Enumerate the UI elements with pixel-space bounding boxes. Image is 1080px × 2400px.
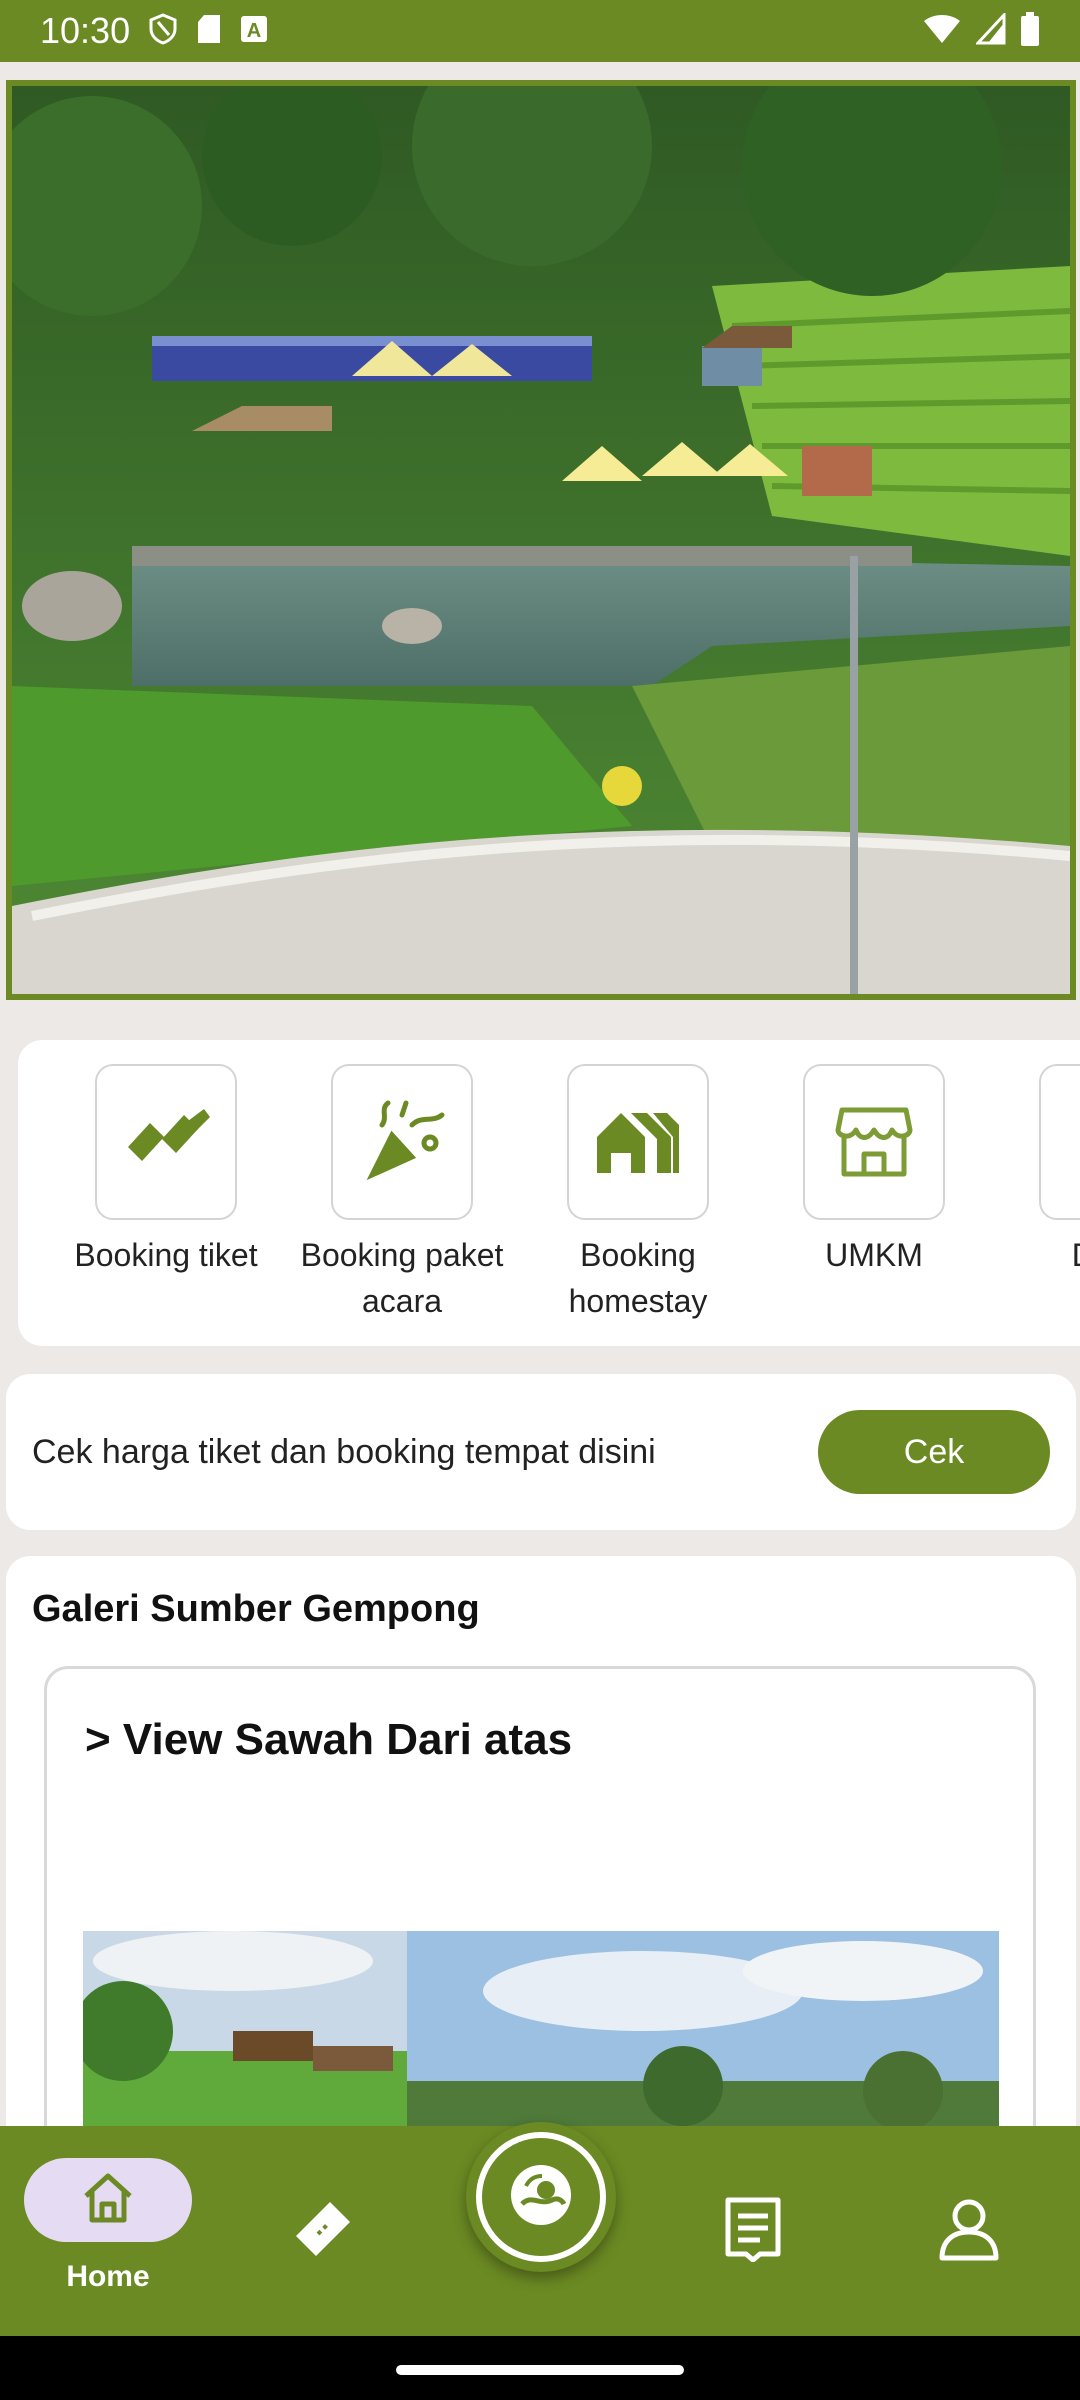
- menu-box[interactable]: [331, 1064, 473, 1220]
- menu-label: Booking tiket: [74, 1237, 258, 1273]
- status-bar: 10:30 A: [0, 0, 1080, 62]
- menu-box[interactable]: [95, 1064, 237, 1220]
- menu-booking-paket-acara[interactable]: Booking paket acara: [287, 1064, 517, 1324]
- svg-text:A: A: [247, 20, 261, 42]
- gesture-handle[interactable]: [396, 2365, 684, 2375]
- list-icon: [1070, 1100, 1080, 1185]
- signal-icon: [974, 10, 1006, 50]
- menu-box[interactable]: [567, 1064, 709, 1220]
- sd-card-icon: [196, 13, 222, 50]
- wifi-icon: [922, 13, 962, 50]
- font-a-icon: A: [240, 15, 268, 48]
- scan-ring: [476, 2132, 606, 2262]
- cek-harga-text: Cek harga tiket dan booking tempat disin…: [32, 1432, 656, 1471]
- gallery-title: Galeri Sumber Gempong: [32, 1588, 480, 1630]
- battery-icon: [1020, 11, 1040, 51]
- menu-label: Booking paket acara: [300, 1237, 504, 1319]
- menu-booking-tiket[interactable]: Booking tiket: [51, 1064, 281, 1278]
- ticket-icon: [118, 1105, 214, 1180]
- status-time: 10:30: [40, 10, 131, 51]
- gallery-card-title: > View Sawah Dari atas: [85, 1715, 573, 1764]
- cek-harga-card: Cek harga tiket dan booking tempat disin…: [6, 1374, 1076, 1530]
- party-icon: [352, 1095, 452, 1190]
- person-icon[interactable]: [936, 2196, 1002, 2267]
- home-icon: [80, 2172, 136, 2229]
- menu-booking-homestay[interactable]: Booking homestay: [523, 1064, 753, 1324]
- gallery-photo: [83, 1931, 999, 2131]
- menu-box[interactable]: [1039, 1064, 1080, 1220]
- menu-label: Dafta: [995, 1232, 1080, 1278]
- homestay-icon: [595, 1105, 681, 1180]
- menu-umkm[interactable]: UMKM: [759, 1064, 989, 1278]
- menu-daftar[interactable]: Dafta: [995, 1064, 1080, 1278]
- cek-button[interactable]: Cek: [818, 1410, 1050, 1494]
- menu-label: Booking homestay: [568, 1237, 708, 1319]
- hero-photo: [6, 80, 1076, 1000]
- nav-home-button[interactable]: [24, 2158, 192, 2242]
- ticket-nav-icon[interactable]: [290, 2196, 356, 2267]
- shield-icon: [148, 12, 178, 50]
- scan-icon: [506, 2160, 576, 2235]
- quick-menu: Booking tiket Booking paket acara Bookin…: [18, 1040, 1080, 1346]
- menu-label: UMKM: [825, 1237, 923, 1273]
- store-icon: [834, 1100, 914, 1185]
- receipt-icon[interactable]: [720, 2196, 786, 2267]
- menu-box[interactable]: [803, 1064, 945, 1220]
- scan-button[interactable]: [466, 2122, 616, 2272]
- nav-home-label: Home: [66, 2260, 150, 2293]
